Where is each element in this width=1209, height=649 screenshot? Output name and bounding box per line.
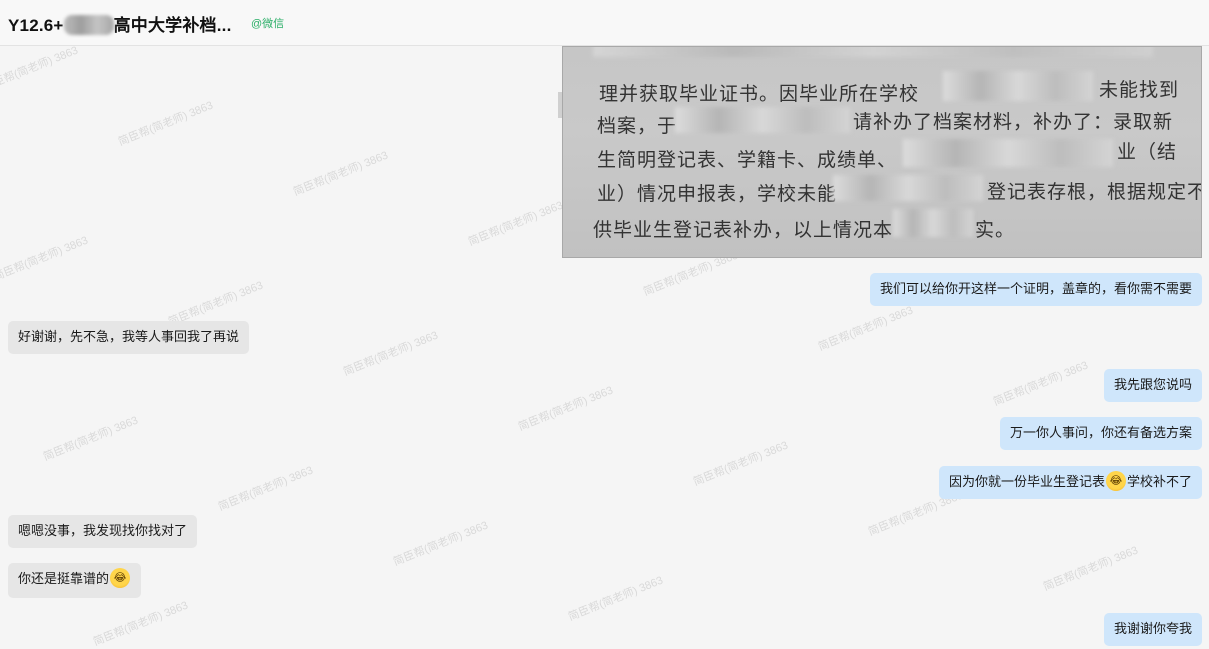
watermark: 简臣帮(简老师) 3863 bbox=[41, 414, 140, 464]
message-bubble-incoming[interactable]: 你还是挺靠谱的 😂 bbox=[8, 563, 142, 598]
photo-text-line: 业）情况申报表，学校未能 bbox=[597, 183, 838, 205]
message-bubble-outgoing[interactable]: 因为你就一份毕业生登记表 😂 学校补不了 bbox=[938, 466, 1202, 499]
watermark: 简臣帮(简老师) 3863 bbox=[116, 99, 215, 149]
wechat-source-tag: @微信 bbox=[251, 18, 285, 30]
photo-text-line: 档案，于 bbox=[597, 115, 678, 137]
laughing-tears-emoji-icon: 😂 bbox=[110, 568, 131, 589]
photo-text-line: 供毕业生登记表补办，以上情况本 bbox=[593, 219, 894, 241]
watermark: 简臣帮(简老师) 3863 bbox=[0, 234, 90, 284]
watermark: 简臣帮(简老师) 3863 bbox=[566, 574, 665, 624]
photo-text-line: 理并获取毕业证书。因毕业所在学校 bbox=[599, 83, 920, 105]
photo-text-line: 请补办了档案材料，补办了：录取新 bbox=[853, 111, 1174, 133]
message-bubble-outgoing[interactable]: 我先跟您说吗 bbox=[1103, 369, 1202, 402]
photo-text-line: 实。 bbox=[975, 219, 1016, 241]
redacted-area bbox=[593, 47, 1153, 57]
message-bubble-incoming[interactable]: 嗯嗯没事，我发现找你找对了 bbox=[8, 515, 198, 548]
watermark: 简臣帮(简老师) 3863 bbox=[1041, 544, 1140, 594]
title-prefix: Y12.6+ bbox=[8, 16, 64, 35]
watermark: 简臣帮(简老师) 3863 bbox=[991, 359, 1090, 409]
watermark: 简臣帮(简老师) 3863 bbox=[466, 199, 565, 249]
title-suffix: 高中大学补档... bbox=[113, 16, 232, 35]
watermark: 简臣帮(简老师) 3863 bbox=[91, 599, 190, 649]
message-text: 你还是挺靠谱的 bbox=[18, 571, 110, 586]
photo-text-line: 生简明登记表、学籍卡、成绩单、 bbox=[597, 149, 898, 171]
message-text: 因为你就一份毕业生登记表 bbox=[948, 474, 1105, 489]
photo-text-line: 业（结 bbox=[1117, 141, 1178, 163]
watermark: 简臣帮(简老师) 3863 bbox=[516, 384, 615, 434]
document-photo-message[interactable]: 理并获取毕业证书。因毕业所在学校 未能找到 档案，于 请补办了档案材料，补办了：… bbox=[562, 46, 1202, 258]
watermark: 简臣帮(简老师) 3863 bbox=[291, 149, 390, 199]
message-bubble-incoming[interactable]: 好谢谢，先不急，我等人事回我了再说 bbox=[8, 321, 250, 354]
message-bubble-outgoing[interactable]: 我们可以给你开这样一个证明，盖章的，看你需不需要 bbox=[869, 273, 1202, 306]
watermark: 简臣帮(简老师) 3863 bbox=[341, 329, 440, 379]
title-blurred-name bbox=[63, 15, 114, 36]
redacted-area bbox=[943, 71, 1093, 101]
redacted-area bbox=[833, 175, 983, 201]
watermark: 简臣帮(简老师) 3863 bbox=[691, 439, 790, 489]
redacted-area bbox=[893, 209, 973, 237]
chat-header: Y12.6+ 高中大学补档... @微信 bbox=[0, 0, 1209, 46]
photo-text-line: 登记表存根，根据规定不提 bbox=[987, 181, 1201, 203]
message-bubble-outgoing[interactable]: 我谢谢你夸我 bbox=[1103, 613, 1202, 646]
redacted-area bbox=[675, 107, 850, 133]
photo-text-line: 未能找到 bbox=[1099, 79, 1180, 101]
message-bubble-outgoing[interactable]: 万一你人事问，你还有备选方案 bbox=[999, 417, 1202, 450]
watermark: 简臣帮(简老师) 3863 bbox=[0, 44, 80, 94]
message-text: 学校补不了 bbox=[1126, 474, 1192, 489]
watermark: 简臣帮(简老师) 3863 bbox=[391, 519, 490, 569]
watermark: 简臣帮(简老师) 3863 bbox=[216, 464, 315, 514]
chat-title: Y12.6+ 高中大学补档... bbox=[8, 11, 232, 38]
watermark: 简臣帮(简老师) 3863 bbox=[816, 304, 915, 354]
laughing-tears-emoji-icon: 😂 bbox=[1105, 471, 1126, 492]
redacted-area bbox=[903, 139, 1113, 167]
